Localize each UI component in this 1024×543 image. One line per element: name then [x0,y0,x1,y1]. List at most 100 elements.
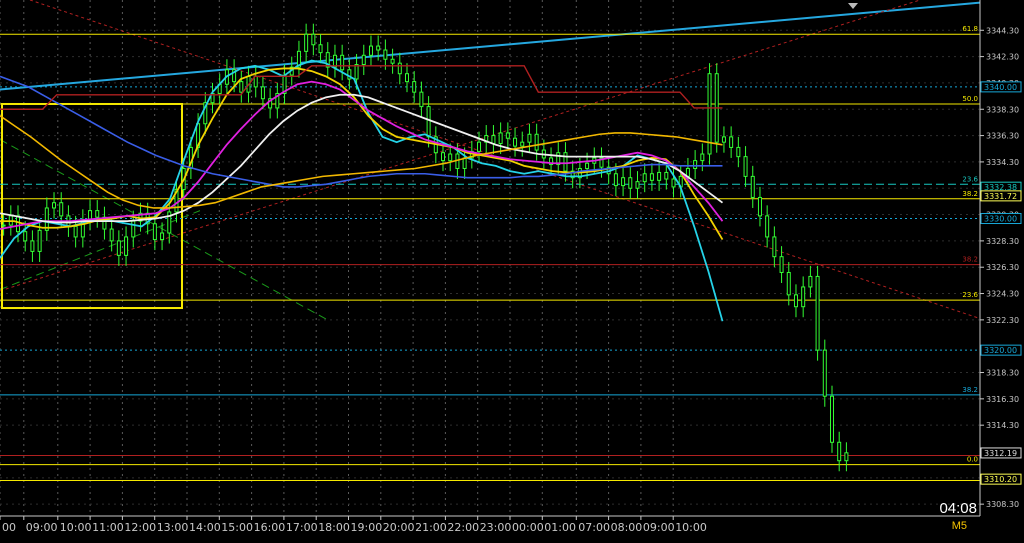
level-label: 61.8 [962,25,978,33]
candle-body [340,54,345,71]
price-tick-label: 3308.30 [986,500,1019,509]
time-tick-label: 14:00 [189,521,221,534]
candle-body [448,153,453,162]
candle-body [368,45,373,56]
timeframe-label: M5 [951,520,967,532]
candle-body [318,44,323,54]
level-label: 23.6 [962,175,978,183]
time-tick-label: 16:00 [254,521,286,534]
price-chart[interactable]: 61.8 50.0 23.6 38.2 38.2 23.6 38.2 0.0 3344.30 33… [0,0,1024,539]
candle-body [743,156,748,177]
candle-body [397,62,402,75]
time-tick-label: 18:00 [318,521,350,534]
candle-body [822,349,827,397]
price-tag-label: 3310.20 [984,475,1017,484]
chart-canvas[interactable]: 61.8 50.0 23.6 38.2 38.2 23.6 38.2 0.0 3344.30 33… [0,0,1024,539]
candle-body [383,49,388,60]
level-label: 50.0 [962,95,978,103]
candle-body [829,395,834,443]
price-tick-label: 3342.30 [986,53,1019,62]
candle-body [757,196,762,217]
candle-body [361,54,366,65]
price-tick-label: 3326.30 [986,263,1019,272]
time-tick-label: 19:00 [351,521,383,534]
candle-body [30,240,35,252]
candle-body [390,58,395,64]
time-tick-label: 08:00 [611,521,643,534]
price-tag-label: 3320.00 [984,346,1017,355]
price-tick-label: 3322.30 [986,316,1019,325]
time-tick-label: 01:00 [544,521,576,534]
candle-body [160,232,165,241]
candle-body [729,136,734,148]
candle-body [37,229,42,252]
candle-body [837,441,842,462]
candle-body [109,228,114,242]
candle-body [786,271,791,296]
level-label: 38.2 [962,256,978,264]
candle-body [671,178,676,188]
candle-body [628,177,633,189]
candle-body [441,152,446,162]
candle-body [693,160,698,169]
time-tick-label: 11:00 [92,521,124,534]
price-tag-label: 3312.19 [984,449,1017,458]
time-tick-label: 13:00 [157,521,189,534]
candle-body [260,86,265,100]
candle-body [664,171,669,180]
candle-body [124,236,129,256]
candle-body [73,225,78,238]
time-tick-label: 00 [2,521,16,534]
time-tick-label: 09:00 [26,521,58,534]
candle-body [59,202,64,217]
candle-body [613,173,618,187]
candle-body [491,135,496,144]
candle-body [635,181,640,189]
series-ma-darkred [0,65,723,110]
time-tick-label: 07:00 [578,521,610,534]
candle-body [354,64,359,80]
time-tick-label: 22:00 [447,521,479,534]
candle-body [534,133,539,151]
candle-body [621,177,626,187]
level-label: 0.0 [967,456,978,464]
candle-body [505,132,510,139]
candle-body [376,45,381,51]
price-tick-label: 3334.30 [986,158,1019,167]
price-tag-label: 3331.72 [984,192,1017,201]
series-ma-cyan [0,59,724,322]
series-ma-blue [0,75,723,188]
candle-body [657,171,662,181]
candle-body [808,275,813,288]
candle-body [801,286,806,308]
candle-body [419,91,424,108]
price-tick-label: 3338.30 [986,105,1019,114]
level-label: 38.2 [962,386,978,394]
candle-body [1,224,6,227]
level-label: 23.6 [962,291,978,299]
candle-body [16,215,21,233]
level-label: 38.2 [962,190,978,198]
candle-body [700,153,705,162]
price-tag-label: 3330.00 [984,215,1017,224]
time-tick-label: 09:00 [643,521,675,534]
candle-body [253,75,258,88]
candle-body [793,294,798,308]
candle-body [477,141,482,152]
bar-countdown: 04:08 [939,500,977,517]
candle-body [642,173,647,183]
candle-body [498,132,503,144]
series-ma-white [0,93,724,224]
time-tick-label: 15:00 [221,521,253,534]
trendline-blue [0,1,981,91]
price-tick-label: 3344.30 [986,26,1019,35]
candle-body [585,162,590,169]
shift-marker-icon [848,3,858,9]
candle-body [412,81,417,93]
candle-body [513,137,518,147]
price-tick-label: 3316.30 [986,395,1019,404]
candle-body [131,220,136,238]
price-tick-label: 3328.30 [986,237,1019,246]
time-tick-label: 23:00 [480,521,512,534]
candle-body [426,106,431,138]
